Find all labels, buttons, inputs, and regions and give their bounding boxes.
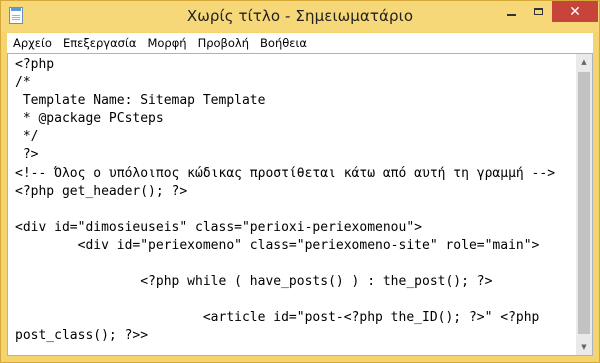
notepad-window: Χωρίς τίτλο - Σημειωματάριο ✕ Αρχείο Επε… [0, 0, 600, 363]
menu-file[interactable]: Αρχείο [7, 36, 57, 50]
menu-help[interactable]: Βοήθεια [254, 36, 312, 50]
minimize-icon [507, 13, 516, 16]
maximize-button[interactable] [525, 1, 552, 22]
menu-format[interactable]: Μορφή [141, 36, 191, 50]
scrollbar-thumb[interactable] [578, 72, 590, 334]
menu-view[interactable]: Προβολή [192, 36, 254, 50]
menu-edit[interactable]: Επεξεργασία [57, 36, 141, 50]
scroll-up-arrow-icon[interactable]: ▲ [576, 54, 592, 70]
maximize-icon [534, 8, 543, 15]
scroll-down-arrow-icon[interactable]: ▼ [576, 339, 592, 355]
editor-area: <?php /* Template Name: Sitemap Template… [7, 53, 593, 356]
vertical-scrollbar[interactable]: ▲ ▼ [576, 54, 592, 355]
menu-bar: Αρχείο Επεξεργασία Μορφή Προβολή Βοήθεια [7, 33, 593, 53]
title-bar[interactable]: Χωρίς τίτλο - Σημειωματάριο ✕ [1, 1, 599, 32]
close-icon: ✕ [569, 3, 581, 20]
close-button[interactable]: ✕ [552, 1, 598, 22]
minimize-button[interactable] [498, 1, 525, 22]
text-editor[interactable]: <?php /* Template Name: Sitemap Template… [8, 54, 576, 355]
